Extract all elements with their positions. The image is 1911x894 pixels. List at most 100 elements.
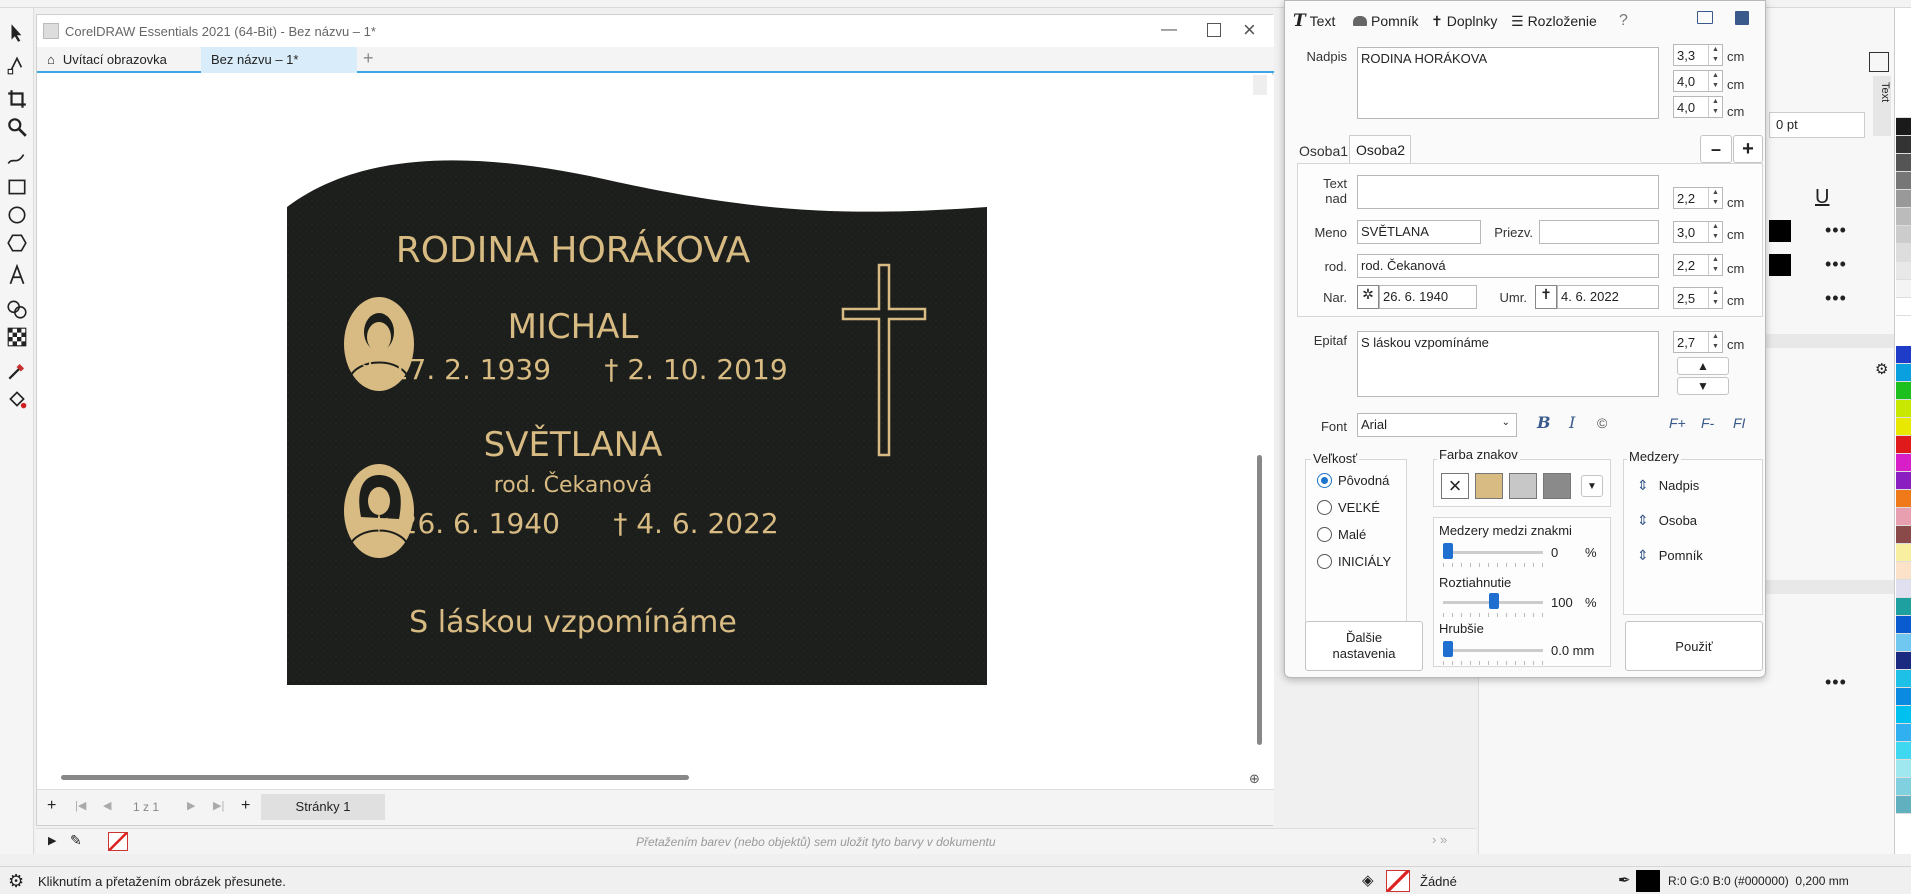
minimize-icon[interactable]: — xyxy=(1161,21,1177,39)
vertical-scroll-thumb[interactable] xyxy=(1257,455,1262,745)
swatch-yellow[interactable] xyxy=(1896,418,1911,436)
close-icon[interactable]: × xyxy=(1243,17,1256,43)
radio-povodna[interactable]: Pôvodná xyxy=(1317,473,1389,488)
outline-black-swatch[interactable] xyxy=(1636,870,1660,892)
tab-welcome[interactable]: ⌂ Uvítací obrazovka xyxy=(37,47,201,73)
swatch-sky[interactable] xyxy=(1896,634,1911,652)
interactive-tool-icon[interactable] xyxy=(4,296,30,322)
zoom-fit-icon[interactable]: ⊕ xyxy=(1249,771,1260,787)
death-cross-icon[interactable]: ✝ xyxy=(1535,285,1557,309)
font-size-increase-icon[interactable]: F+ xyxy=(1669,415,1686,431)
nadpis-size-3[interactable]: 4,0 ▲ ▼ xyxy=(1673,96,1723,118)
medzery-pomnik-button[interactable]: ⇕ Pomník xyxy=(1637,547,1703,564)
add-page-after-icon[interactable]: + xyxy=(241,797,250,815)
no-color-swatch-icon[interactable]: × xyxy=(1441,473,1469,499)
swatch-blue-6[interactable] xyxy=(1896,760,1911,778)
font-select[interactable]: Arial ⌄ xyxy=(1357,413,1517,437)
swatch-green[interactable] xyxy=(1896,382,1911,400)
palette-expand-icon[interactable]: ▶ xyxy=(48,834,56,847)
epitaf-textarea[interactable]: S láskou vzpomínáme xyxy=(1357,331,1659,397)
help-button[interactable]: ? xyxy=(1619,9,1628,33)
prev-page-icon[interactable]: ◀ xyxy=(103,799,111,812)
swatch-blue-5[interactable] xyxy=(1896,742,1911,760)
tab-pomnik[interactable]: Pomník xyxy=(1353,9,1418,33)
swatch-gray-10[interactable] xyxy=(1896,244,1911,262)
swatch-gray-40[interactable] xyxy=(1896,190,1911,208)
eyedropper-tool-icon[interactable] xyxy=(4,358,30,384)
spacing-slider[interactable] xyxy=(1443,551,1543,554)
priezv-field[interactable] xyxy=(1539,220,1659,244)
radio-inicialy[interactable]: INICIÁLY xyxy=(1317,554,1391,569)
vertical-scrollbar[interactable] xyxy=(1253,75,1267,95)
thick-slider[interactable] xyxy=(1443,649,1543,652)
fill-tool-icon[interactable] xyxy=(4,386,30,412)
swatch-magenta[interactable] xyxy=(1896,454,1911,472)
radio-male[interactable]: Malé xyxy=(1317,527,1366,542)
swatch-red[interactable] xyxy=(1896,436,1911,454)
swatch-royal-blue[interactable] xyxy=(1896,616,1911,634)
swatch-cream[interactable] xyxy=(1896,544,1911,562)
swatch-lavender[interactable] xyxy=(1896,580,1911,598)
swatch-blue-3[interactable] xyxy=(1896,706,1911,724)
rod-field[interactable]: rod. Čekanová xyxy=(1357,254,1659,278)
rectangle-tool-icon[interactable] xyxy=(4,174,30,200)
underline-icon[interactable]: U xyxy=(1815,186,1829,209)
move-up-button[interactable]: ▲ xyxy=(1677,357,1729,375)
polygon-tool-icon[interactable] xyxy=(4,230,30,256)
swatch-gray-30[interactable] xyxy=(1896,208,1911,226)
umr-field[interactable]: 4. 6. 2022 xyxy=(1557,285,1659,309)
swatch-gray-5[interactable] xyxy=(1896,262,1911,280)
first-page-icon[interactable]: |◀ xyxy=(75,799,86,812)
freehand-tool-icon[interactable] xyxy=(4,146,30,172)
tab-text[interactable]: T Text xyxy=(1293,9,1335,33)
swatch-gray-50[interactable] xyxy=(1896,172,1911,190)
docker-pt-field[interactable]: 0 pt xyxy=(1769,112,1865,138)
pick-tool-icon[interactable] xyxy=(4,20,30,46)
italic-icon[interactable]: I xyxy=(1569,413,1575,432)
new-tab-plus-icon[interactable]: + xyxy=(357,47,383,73)
tab-osoba2[interactable]: Osoba2 xyxy=(1349,135,1411,163)
nadpis-textarea[interactable]: RODINA HORÁKOVA xyxy=(1357,47,1659,119)
gold-swatch[interactable] xyxy=(1475,473,1503,499)
text-tool-icon[interactable] xyxy=(4,262,30,288)
outline-color-swatch[interactable] xyxy=(1769,254,1791,276)
more-options-icon[interactable]: ••• xyxy=(1825,220,1847,241)
spacing-slider-thumb[interactable] xyxy=(1443,543,1453,559)
gear-icon[interactable]: ⚙ xyxy=(8,871,24,892)
tab-rozlozenie[interactable]: ☰ Rozloženie xyxy=(1511,9,1597,33)
page-tab[interactable]: Stránky 1 xyxy=(261,794,385,820)
docker-pin-icon[interactable] xyxy=(1869,52,1889,72)
swatch-blue-7[interactable] xyxy=(1896,778,1911,796)
swatch-brown[interactable] xyxy=(1896,526,1911,544)
add-page-before-icon[interactable]: + xyxy=(47,797,56,815)
medzery-osoba-button[interactable]: ⇕ Osoba xyxy=(1637,512,1697,529)
birth-star-icon[interactable]: ✲ xyxy=(1357,285,1379,309)
radio-velke[interactable]: VEĽKÉ xyxy=(1317,500,1380,515)
bold-icon[interactable]: B xyxy=(1537,413,1551,432)
swatch-gray-70[interactable] xyxy=(1896,154,1911,172)
remove-person-button[interactable]: – xyxy=(1700,135,1732,163)
swatch-gray-20[interactable] xyxy=(1896,226,1911,244)
gray-swatch[interactable] xyxy=(1543,473,1571,499)
palette-eyedropper-icon[interactable]: ✎ xyxy=(70,832,82,849)
nar-field[interactable]: 26. 6. 1940 xyxy=(1379,285,1477,309)
swatch-navy[interactable] xyxy=(1896,652,1911,670)
shape-tool-icon[interactable] xyxy=(4,52,30,78)
transparency-tool-icon[interactable] xyxy=(4,324,30,350)
dalsie-nastavenia-button[interactable]: Ďalšie nastavenia xyxy=(1305,621,1423,671)
swatch-cyan[interactable] xyxy=(1896,364,1911,382)
zoom-tool-icon[interactable] xyxy=(4,114,30,140)
move-down-button[interactable]: ▼ xyxy=(1677,377,1729,395)
swatch-black[interactable] xyxy=(1896,118,1911,136)
tab-document[interactable]: Bez názvu – 1* xyxy=(201,47,357,73)
swatch-blue-8[interactable] xyxy=(1896,796,1911,814)
fill-none-swatch[interactable] xyxy=(1386,870,1410,892)
swatch-white[interactable] xyxy=(1896,298,1911,316)
maximize-icon[interactable] xyxy=(1207,23,1221,37)
settings-gear-icon[interactable]: ⚙ xyxy=(1875,360,1888,378)
silver-swatch[interactable] xyxy=(1509,473,1537,499)
epitaf-size[interactable]: 2,7 ▲ ▼ xyxy=(1673,331,1723,353)
tab-doplnky[interactable]: ✝ Doplnky xyxy=(1431,9,1497,33)
swatch-azure[interactable] xyxy=(1896,670,1911,688)
rod-size[interactable]: 2,2 ▲ ▼ xyxy=(1673,254,1723,276)
